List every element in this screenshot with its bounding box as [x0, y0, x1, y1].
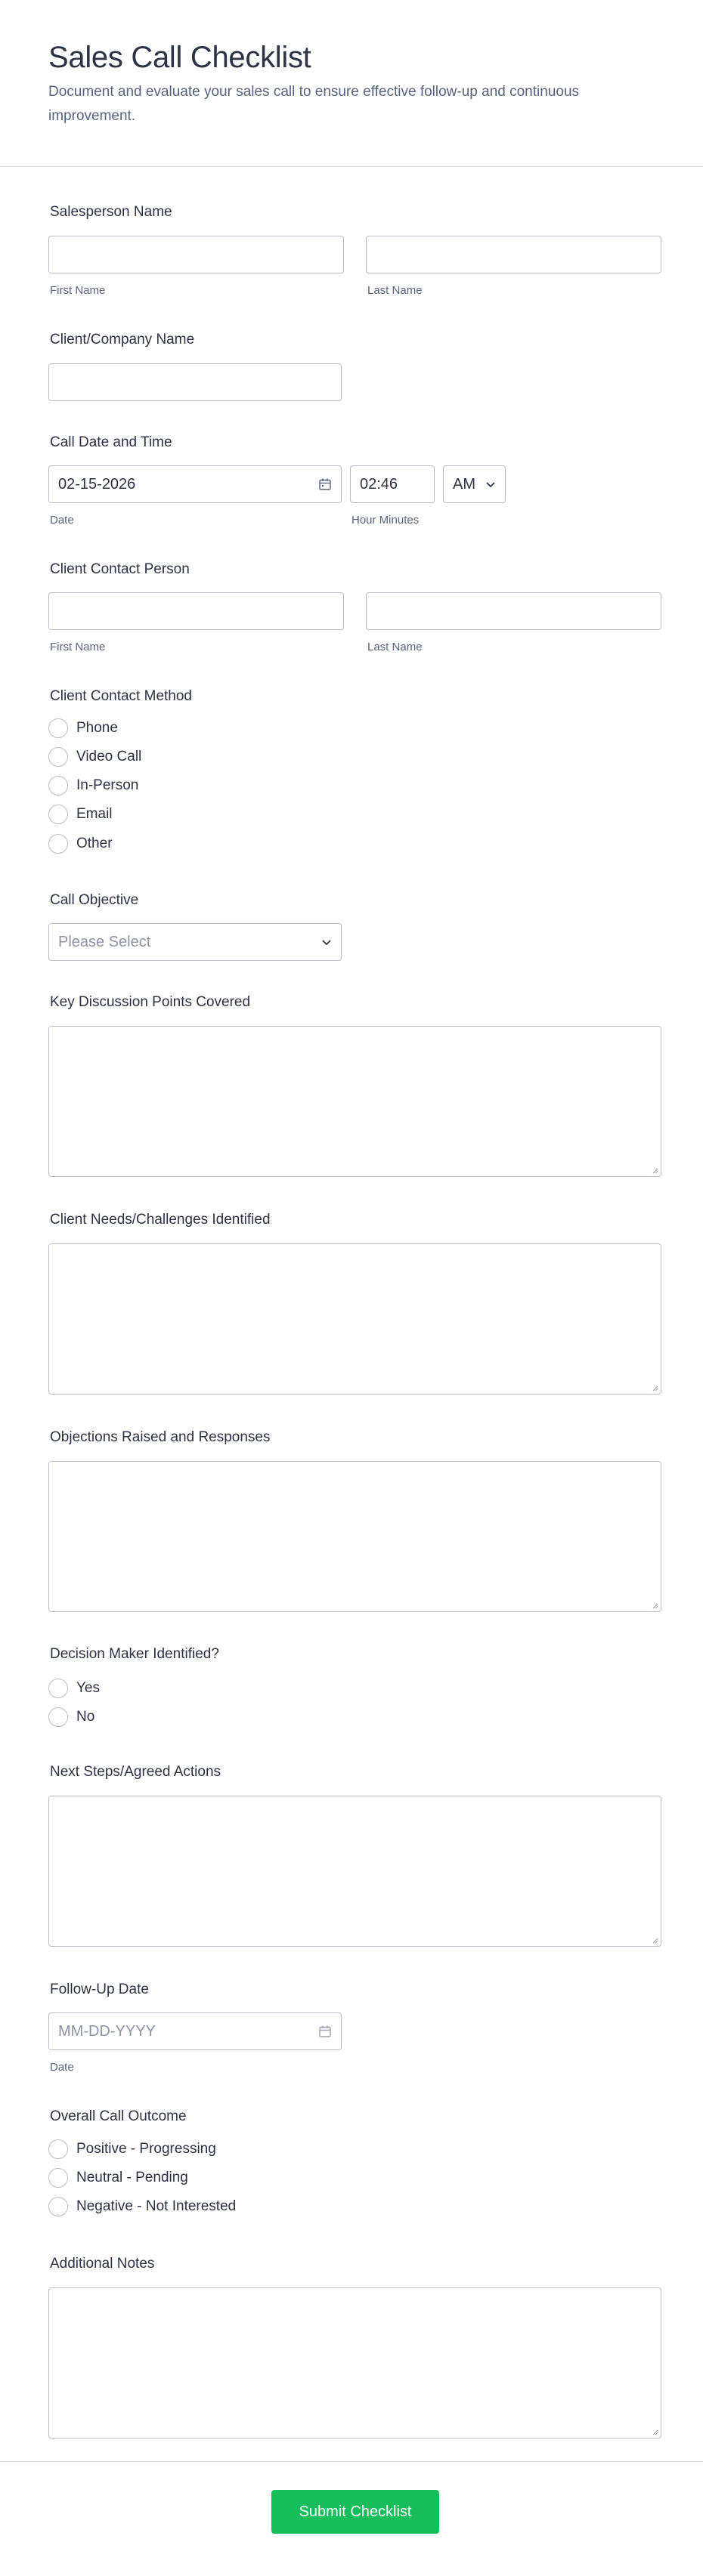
radio-label: Yes — [76, 1680, 100, 1696]
submit-button[interactable]: Submit Checklist — [271, 2490, 439, 2534]
resize-handle-icon[interactable] — [651, 1936, 658, 1944]
radio-button[interactable] — [48, 1707, 68, 1727]
resize-handle-icon[interactable] — [651, 1384, 658, 1391]
contact-last-name-sublabel: Last Name — [367, 641, 423, 653]
radio-button[interactable] — [48, 2168, 68, 2188]
ampm-select[interactable]: AM — [443, 465, 506, 503]
client-company-input[interactable] — [48, 363, 342, 401]
salesperson-last-name-input[interactable] — [366, 236, 661, 273]
radio-label: In-Person — [76, 777, 139, 793]
radio-button[interactable] — [48, 1679, 68, 1698]
radio-button[interactable] — [48, 2139, 68, 2159]
resize-handle-icon[interactable] — [651, 1166, 658, 1174]
call-time-input[interactable]: 02:46 — [350, 465, 435, 503]
radio-button[interactable] — [48, 718, 68, 738]
salesperson-last-name-sublabel: Last Name — [367, 284, 423, 297]
radio-label: Video Call — [76, 749, 142, 764]
next-steps-textarea[interactable] — [48, 1796, 661, 1947]
contact-first-name-sublabel: First Name — [50, 641, 106, 653]
resize-handle-icon[interactable] — [651, 1602, 658, 1609]
client-contact-person-label: Client Contact Person — [50, 561, 190, 577]
call-date-input[interactable]: 02-15-2026 — [48, 465, 342, 503]
objections-label: Objections Raised and Responses — [50, 1429, 271, 1445]
call-objective-label: Call Objective — [50, 892, 139, 908]
radio-button[interactable] — [48, 747, 68, 767]
decision-maker-label: Decision Maker Identified? — [50, 1646, 219, 1662]
contact-first-name-input[interactable] — [48, 592, 344, 630]
form-title: Sales Call Checklist — [48, 41, 311, 74]
additional-notes-textarea[interactable] — [48, 2287, 661, 2439]
call-objective-select[interactable]: Please Select — [48, 923, 342, 961]
radio-label: No — [76, 1709, 95, 1725]
salesperson-name-label: Salesperson Name — [50, 204, 172, 220]
radio-button[interactable] — [48, 805, 68, 824]
additional-notes-label: Additional Notes — [50, 2256, 155, 2272]
call-date-sublabel: Date — [50, 514, 74, 527]
calendar-icon[interactable] — [318, 477, 332, 491]
radio-label: Neutral - Pending — [76, 2170, 188, 2185]
form-description: Document and evaluate your sales call to… — [48, 84, 580, 124]
call-date-time-label: Call Date and Time — [50, 434, 172, 450]
radio-label: Other — [76, 836, 113, 851]
calendar-icon[interactable] — [318, 2025, 332, 2038]
footer-divider — [0, 2461, 703, 2462]
salesperson-first-name-sublabel: First Name — [50, 284, 106, 297]
salesperson-first-name-input[interactable] — [48, 236, 344, 273]
client-contact-method-label: Client Contact Method — [50, 688, 192, 704]
radio-label: Phone — [76, 720, 118, 736]
key-discussion-label: Key Discussion Points Covered — [50, 994, 251, 1010]
follow-up-date-label: Follow-Up Date — [50, 1981, 149, 1997]
chevron-down-icon — [322, 940, 331, 946]
client-needs-textarea[interactable] — [48, 1243, 661, 1395]
form-header: Sales Call Checklist Document and evalua… — [0, 0, 703, 167]
radio-button[interactable] — [48, 2197, 68, 2216]
call-time-sublabel: Hour Minutes — [352, 514, 420, 527]
call-time-value: 02:46 — [360, 476, 398, 493]
radio-label: Negative - Not Interested — [76, 2198, 237, 2214]
radio-button[interactable] — [48, 834, 68, 854]
follow-up-date-sublabel: Date — [50, 2061, 74, 2074]
key-discussion-textarea[interactable] — [48, 1026, 661, 1177]
ampm-value: AM — [453, 476, 475, 493]
client-needs-label: Client Needs/Challenges Identified — [50, 1212, 271, 1228]
contact-last-name-input[interactable] — [366, 592, 661, 630]
call-date-value: 02-15-2026 — [58, 476, 136, 493]
client-company-label: Client/Company Name — [50, 332, 195, 347]
overall-outcome-label: Overall Call Outcome — [50, 2108, 187, 2124]
chevron-down-icon — [486, 482, 495, 488]
next-steps-label: Next Steps/Agreed Actions — [50, 1764, 221, 1780]
radio-label: Email — [76, 806, 113, 822]
follow-up-date-placeholder: MM-DD-YYYY — [58, 2023, 156, 2040]
call-objective-placeholder: Please Select — [58, 934, 151, 950]
radio-button[interactable] — [48, 776, 68, 795]
radio-label: Positive - Progressing — [76, 2141, 216, 2157]
follow-up-date-input[interactable]: MM-DD-YYYY — [48, 2012, 342, 2050]
objections-textarea[interactable] — [48, 1461, 661, 1612]
resize-handle-icon[interactable] — [651, 2428, 658, 2435]
